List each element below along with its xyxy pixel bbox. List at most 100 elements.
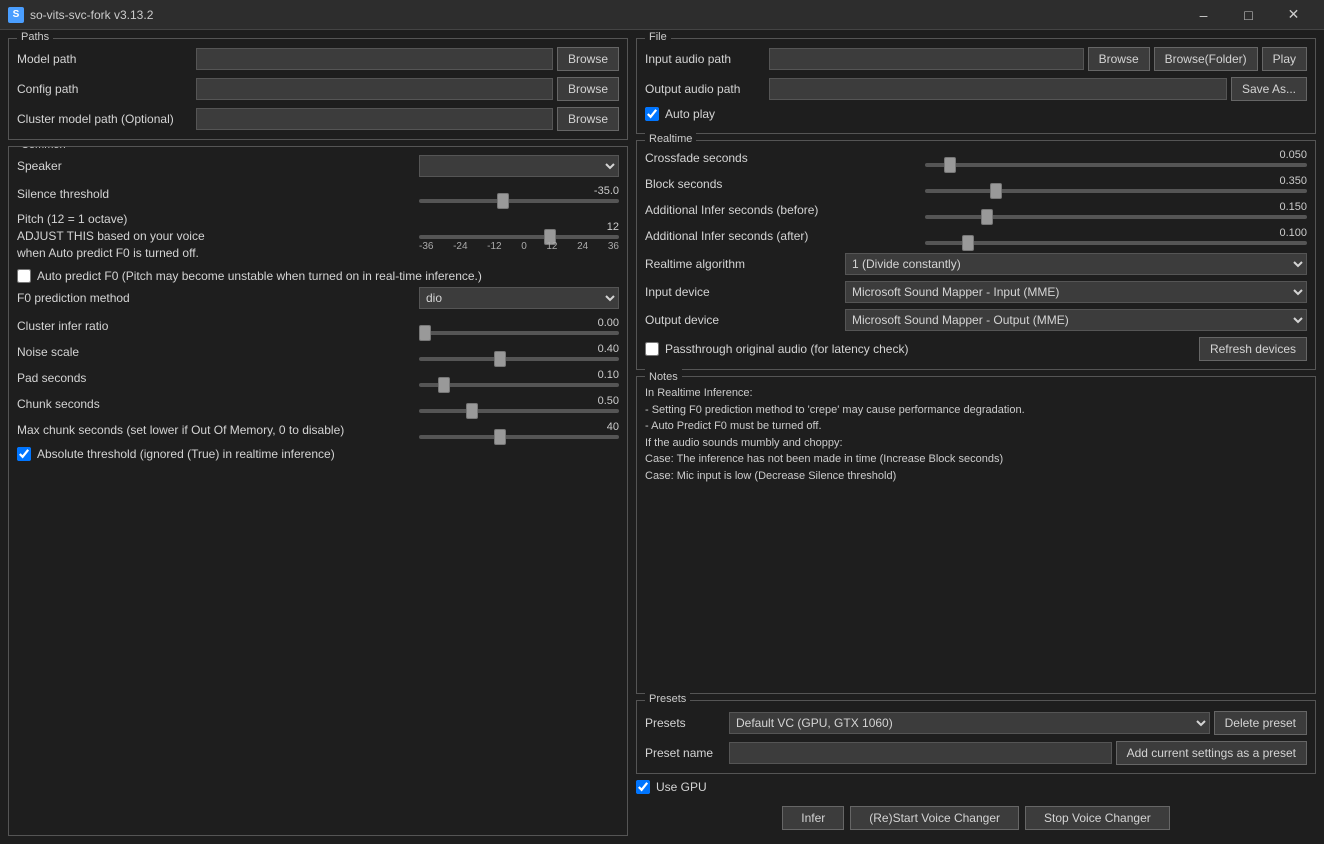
presets-group: Presets Presets Default VC (GPU, GTX 106…: [636, 700, 1316, 774]
noise-scale-container: 0.40: [203, 343, 619, 361]
config-path-row: Config path Browse: [17, 77, 619, 101]
minimize-button[interactable]: –: [1181, 0, 1226, 30]
input-audio-input[interactable]: [769, 48, 1084, 70]
infer-button[interactable]: Infer: [782, 806, 844, 830]
cluster-infer-slider[interactable]: [419, 331, 619, 335]
config-path-input[interactable]: [196, 78, 553, 100]
passthrough-row: Passthrough original audio (for latency …: [645, 337, 1307, 361]
f0-method-select[interactable]: dio crepe harvest pm: [419, 287, 619, 309]
max-chunk-container: 40: [350, 421, 619, 439]
block-slider[interactable]: [925, 189, 1307, 193]
model-path-browse-button[interactable]: Browse: [557, 47, 619, 71]
notes-group: Notes In Realtime Inference: - Setting F…: [636, 376, 1316, 694]
pitch-slider[interactable]: [419, 235, 619, 239]
output-device-select[interactable]: Microsoft Sound Mapper - Output (MME): [845, 309, 1307, 331]
pitch-container: 12 -36 -24 -12 0 12 24 36: [211, 221, 619, 252]
refresh-devices-button[interactable]: Refresh devices: [1199, 337, 1307, 361]
silence-threshold-row: Silence threshold -35.0: [17, 185, 619, 203]
preset-name-row: Preset name Add current settings as a pr…: [645, 741, 1307, 765]
model-path-label: Model path: [17, 52, 192, 66]
notes-title: Notes: [645, 369, 682, 386]
additional-before-row: Additional Infer seconds (before) 0.150: [645, 201, 1307, 219]
auto-predict-checkbox[interactable]: [17, 269, 31, 283]
bottom-section: Use GPU Infer (Re)Start Voice Changer St…: [636, 780, 1316, 836]
absolute-threshold-label: Absolute threshold (ignored (True) in re…: [37, 447, 335, 461]
input-device-select[interactable]: Microsoft Sound Mapper - Input (MME): [845, 281, 1307, 303]
additional-after-label: Additional Infer seconds (after): [645, 229, 925, 243]
auto-predict-row: Auto predict F0 (Pitch may become unstab…: [17, 269, 619, 283]
presets-select[interactable]: Default VC (GPU, GTX 1060): [729, 712, 1210, 734]
notes-line-5: Case: The inference has not been made in…: [645, 451, 1307, 468]
silence-threshold-slider[interactable]: [419, 199, 619, 203]
close-button[interactable]: ✕: [1271, 0, 1316, 30]
auto-predict-label: Auto predict F0 (Pitch may become unstab…: [37, 269, 482, 283]
algorithm-row: Realtime algorithm 1 (Divide constantly)…: [645, 253, 1307, 275]
auto-play-checkbox[interactable]: [645, 107, 659, 121]
chunk-seconds-slider[interactable]: [419, 409, 619, 413]
pitch-row: Pitch (12 = 1 octave)ADJUST THIS based o…: [17, 211, 619, 261]
preset-name-label: Preset name: [645, 746, 725, 760]
input-audio-browse-folder-button[interactable]: Browse(Folder): [1154, 47, 1258, 71]
main-content: Paths Model path Browse Config path Brow…: [0, 30, 1324, 844]
output-audio-input[interactable]: [769, 78, 1227, 100]
crossfade-container: 0.050: [925, 149, 1307, 167]
chunk-seconds-label: Chunk seconds: [17, 396, 197, 413]
speaker-row: Speaker: [17, 155, 619, 177]
titlebar: S so-vits-svc-fork v3.13.2 – □ ✕: [0, 0, 1324, 30]
crossfade-row: Crossfade seconds 0.050: [645, 149, 1307, 167]
cluster-path-input[interactable]: [196, 108, 553, 130]
stop-voice-changer-button[interactable]: Stop Voice Changer: [1025, 806, 1170, 830]
speaker-select[interactable]: [419, 155, 619, 177]
save-as-button[interactable]: Save As...: [1231, 77, 1307, 101]
bottom-buttons: Infer (Re)Start Voice Changer Stop Voice…: [636, 800, 1316, 836]
use-gpu-checkbox[interactable]: [636, 780, 650, 794]
noise-scale-slider[interactable]: [419, 357, 619, 361]
output-device-row: Output device Microsoft Sound Mapper - O…: [645, 309, 1307, 331]
max-chunk-slider[interactable]: [419, 435, 619, 439]
noise-scale-label: Noise scale: [17, 344, 197, 361]
cluster-infer-label: Cluster infer ratio: [17, 318, 197, 335]
play-button[interactable]: Play: [1262, 47, 1307, 71]
delete-preset-button[interactable]: Delete preset: [1214, 711, 1307, 735]
additional-before-slider[interactable]: [925, 215, 1307, 219]
common-title: Common: [17, 146, 70, 151]
common-group: Common Speaker Silence threshold -35.0: [8, 146, 628, 836]
realtime-title: Realtime: [645, 133, 696, 145]
algorithm-select[interactable]: 1 (Divide constantly) 2 (Recursive): [845, 253, 1307, 275]
absolute-threshold-checkbox[interactable]: [17, 447, 31, 461]
crossfade-slider[interactable]: [925, 163, 1307, 167]
silence-threshold-label: Silence threshold: [17, 186, 197, 203]
output-audio-label: Output audio path: [645, 82, 765, 96]
use-gpu-row: Use GPU: [636, 780, 1316, 794]
cluster-infer-row: Cluster infer ratio 0.00: [17, 317, 619, 335]
input-audio-row: Input audio path Browse Browse(Folder) P…: [645, 47, 1307, 71]
noise-scale-row: Noise scale 0.40: [17, 343, 619, 361]
block-label: Block seconds: [645, 177, 925, 191]
realtime-group: Realtime Crossfade seconds 0.050 Block s…: [636, 140, 1316, 370]
output-audio-row: Output audio path Save As...: [645, 77, 1307, 101]
preset-name-input[interactable]: [729, 742, 1112, 764]
input-audio-label: Input audio path: [645, 52, 765, 66]
pad-seconds-slider[interactable]: [419, 383, 619, 387]
max-chunk-label: Max chunk seconds (set lower if Out Of M…: [17, 422, 344, 439]
speaker-label: Speaker: [17, 158, 197, 175]
algorithm-label: Realtime algorithm: [645, 257, 845, 271]
model-path-input[interactable]: [196, 48, 553, 70]
restart-voice-changer-button[interactable]: (Re)Start Voice Changer: [850, 806, 1019, 830]
maximize-button[interactable]: □: [1226, 0, 1271, 30]
config-path-browse-button[interactable]: Browse: [557, 77, 619, 101]
notes-line-4: If the audio sounds mumbly and choppy:: [645, 435, 1307, 452]
crossfade-label: Crossfade seconds: [645, 151, 925, 165]
additional-after-slider[interactable]: [925, 241, 1307, 245]
paths-title: Paths: [17, 31, 53, 43]
speaker-select-container: [203, 155, 619, 177]
presets-row: Presets Default VC (GPU, GTX 1060) Delet…: [645, 711, 1307, 735]
input-audio-browse-button[interactable]: Browse: [1088, 47, 1150, 71]
add-preset-button[interactable]: Add current settings as a preset: [1116, 741, 1307, 765]
cluster-path-browse-button[interactable]: Browse: [557, 107, 619, 131]
block-row: Block seconds 0.350: [645, 175, 1307, 193]
presets-title: Presets: [645, 693, 690, 705]
file-group: File Input audio path Browse Browse(Fold…: [636, 38, 1316, 134]
passthrough-checkbox[interactable]: [645, 342, 659, 356]
cluster-path-label: Cluster model path (Optional): [17, 112, 192, 126]
